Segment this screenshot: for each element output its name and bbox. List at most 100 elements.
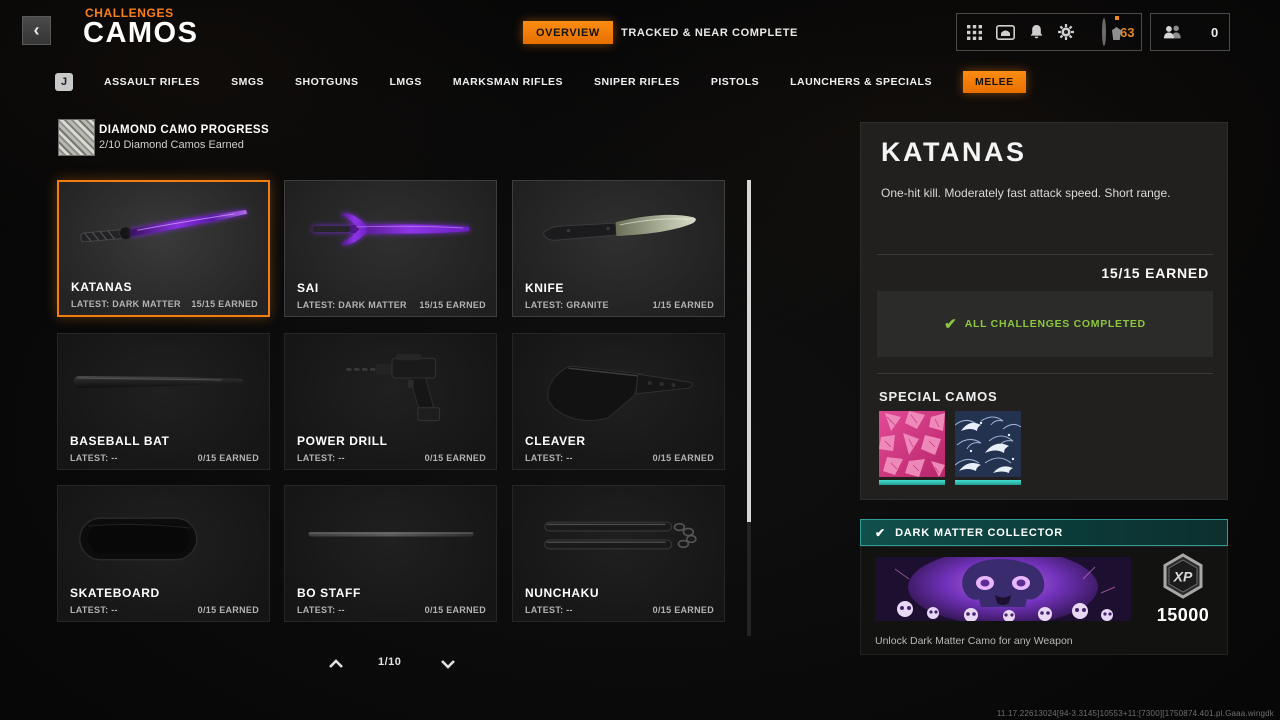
check-icon: ✔ bbox=[875, 525, 886, 540]
chevron-up-icon bbox=[329, 659, 343, 668]
weapon-card-power-drill[interactable]: POWER DRILL LATEST: -- 0/15 EARNED bbox=[284, 333, 497, 470]
tab-tracked-near-complete[interactable]: TRACKED & NEAR COMPLETE bbox=[621, 21, 798, 44]
special-camos-title: SPECIAL CAMOS bbox=[879, 389, 998, 404]
weapon-class-tabs: J ASSAULT RIFLES SMGS SHOTGUNS LMGS MARK… bbox=[55, 70, 1026, 94]
weapon-card-sai[interactable]: SAI LATEST: DARK MATTER 15/15 EARNED bbox=[284, 180, 497, 317]
detail-earned-count: 15/15 EARNED bbox=[1101, 265, 1209, 281]
xp-icon: XP bbox=[1163, 553, 1203, 599]
hud-social-bar: 0 bbox=[1150, 13, 1230, 51]
page-title: CAMOS bbox=[83, 17, 199, 49]
weapon-card-nunchaku[interactable]: NUNCHAKU LATEST: -- 0/15 EARNED bbox=[512, 485, 725, 622]
sai-art bbox=[312, 213, 470, 245]
card-latest: LATEST: -- bbox=[70, 605, 118, 615]
card-earned: 0/15 EARNED bbox=[424, 453, 486, 463]
notifications-bell-icon[interactable] bbox=[1029, 22, 1044, 42]
collector-title: DARK MATTER COLLECTOR bbox=[895, 526, 1063, 539]
card-latest: LATEST: GRANITE bbox=[525, 300, 609, 310]
camo-challenges-screen: ‹ CHALLENGES CAMOS OVERVIEW TRACKED & NE… bbox=[0, 0, 1280, 720]
collector-description: Unlock Dark Matter Camo for any Weapon bbox=[875, 635, 1073, 647]
class-tab-assault-rifles[interactable]: ASSAULT RIFLES bbox=[104, 76, 200, 88]
diamond-camo-swatch-icon bbox=[58, 119, 95, 156]
diamond-progress-subtitle: 2/10 Diamond Camos Earned bbox=[99, 139, 244, 151]
divider bbox=[877, 254, 1213, 255]
power-drill-art bbox=[346, 354, 441, 422]
xp-reward: XP 15000 bbox=[1149, 553, 1217, 626]
card-latest: LATEST: -- bbox=[525, 605, 573, 615]
class-tab-melee[interactable]: MELEE bbox=[962, 71, 1026, 93]
dark-matter-collector-header[interactable]: ✔ DARK MATTER COLLECTOR bbox=[860, 519, 1228, 546]
card-name: CLEAVER bbox=[525, 434, 586, 448]
special-camo-wave[interactable] bbox=[955, 411, 1021, 489]
page-down-button[interactable] bbox=[436, 656, 460, 672]
class-tab-marksman-rifles[interactable]: MARKSMAN RIFLES bbox=[453, 76, 563, 88]
special-camo-pink[interactable] bbox=[879, 411, 945, 489]
card-earned: 15/15 EARNED bbox=[419, 300, 486, 310]
class-tab-launchers-specials[interactable]: LAUNCHERS & SPECIALS bbox=[790, 76, 932, 88]
card-latest: LATEST: -- bbox=[525, 453, 573, 463]
card-earned: 0/15 EARNED bbox=[197, 605, 259, 615]
showcase-media-icon[interactable] bbox=[996, 22, 1015, 42]
card-latest: LATEST: DARK MATTER bbox=[71, 299, 181, 309]
camo-earned-bar bbox=[955, 480, 1021, 485]
weapon-card-knife[interactable]: KNIFE LATEST: GRANITE 1/15 EARNED bbox=[512, 180, 725, 317]
weapon-card-katanas[interactable]: KATANAS LATEST: DARK MATTER 15/15 EARNED bbox=[57, 180, 270, 317]
class-tab-smgs[interactable]: SMGS bbox=[231, 76, 264, 88]
social-count: 0 bbox=[1211, 24, 1219, 40]
tab-overview[interactable]: OVERVIEW bbox=[523, 21, 613, 44]
class-tab-shotguns[interactable]: SHOTGUNS bbox=[295, 76, 359, 88]
card-name: BASEBALL BAT bbox=[70, 434, 170, 448]
cards-scrollbar-track[interactable] bbox=[747, 180, 751, 636]
card-name: SAI bbox=[297, 281, 319, 295]
page-indicator: 1/10 bbox=[378, 656, 402, 668]
nunchaku-art bbox=[544, 521, 697, 550]
card-latest: LATEST: DARK MATTER bbox=[297, 300, 407, 310]
card-latest: LATEST: -- bbox=[70, 453, 118, 463]
card-earned: 0/15 EARNED bbox=[424, 605, 486, 615]
detail-panel: KATANAS One-hit kill. Moderately fast at… bbox=[860, 122, 1228, 500]
card-latest: LATEST: -- bbox=[297, 453, 345, 463]
xp-value: 15000 bbox=[1156, 605, 1210, 625]
cards-scrollbar-thumb[interactable] bbox=[747, 180, 751, 522]
social-friends-icon[interactable] bbox=[1163, 22, 1183, 42]
cleaver-art bbox=[547, 365, 693, 421]
card-earned: 0/15 EARNED bbox=[197, 453, 259, 463]
settings-gear-icon[interactable] bbox=[1058, 22, 1074, 42]
detail-description: One-hit kill. Moderately fast attack spe… bbox=[881, 186, 1171, 200]
keybind-hint: J bbox=[55, 73, 73, 91]
back-chevron-icon: ‹ bbox=[33, 20, 40, 40]
dark-matter-collector-body: XP 15000 Unlock Dark Matter Camo for any… bbox=[860, 546, 1228, 655]
weapon-card-bo-staff[interactable]: BO STAFF LATEST: -- 0/15 EARNED bbox=[284, 485, 497, 622]
card-name: BO STAFF bbox=[297, 586, 361, 600]
diamond-progress-title: DIAMOND CAMO PROGRESS bbox=[99, 124, 270, 136]
knife-art bbox=[543, 214, 696, 241]
divider bbox=[877, 373, 1213, 374]
all-challenges-completed-box: ✔ ALL CHALLENGES COMPLETED bbox=[877, 291, 1213, 357]
weapon-card-skateboard[interactable]: SKATEBOARD LATEST: -- 0/15 EARNED bbox=[57, 485, 270, 622]
hud-utility-bar: 63 bbox=[956, 13, 1142, 51]
blue-wave-camo-image bbox=[955, 411, 1021, 477]
card-name: KATANAS bbox=[71, 280, 133, 294]
skateboard-art bbox=[79, 517, 198, 561]
build-version-text: 11.17.22613024[94-3.3145]10553+11:[7300]… bbox=[996, 709, 1274, 718]
check-icon: ✔ bbox=[944, 316, 957, 333]
card-earned: 15/15 EARNED bbox=[191, 299, 258, 309]
weapon-card-cleaver[interactable]: CLEAVER LATEST: -- 0/15 EARNED bbox=[512, 333, 725, 470]
page-up-button[interactable] bbox=[324, 656, 348, 672]
all-challenges-completed-label: ALL CHALLENGES COMPLETED bbox=[964, 318, 1146, 330]
detail-title: KATANAS bbox=[881, 137, 1027, 167]
card-latest: LATEST: -- bbox=[297, 605, 345, 615]
card-name: POWER DRILL bbox=[297, 434, 388, 448]
weapon-card-baseball-bat[interactable]: BASEBALL BAT LATEST: -- 0/15 EARNED bbox=[57, 333, 270, 470]
card-earned: 1/15 EARNED bbox=[652, 300, 714, 310]
card-earned: 0/15 EARNED bbox=[652, 605, 714, 615]
chevron-down-icon bbox=[441, 660, 455, 669]
class-tab-pistols[interactable]: PISTOLS bbox=[711, 76, 759, 88]
player-rank-emblem[interactable] bbox=[1102, 16, 1119, 46]
katana-art bbox=[80, 209, 248, 243]
baseball-bat-art bbox=[73, 376, 244, 388]
back-button[interactable]: ‹ bbox=[22, 16, 51, 45]
dark-matter-art-image bbox=[875, 557, 1131, 621]
menu-grid-icon[interactable] bbox=[967, 22, 982, 42]
class-tab-sniper-rifles[interactable]: SNIPER RIFLES bbox=[594, 76, 680, 88]
class-tab-lmgs[interactable]: LMGS bbox=[390, 76, 422, 88]
